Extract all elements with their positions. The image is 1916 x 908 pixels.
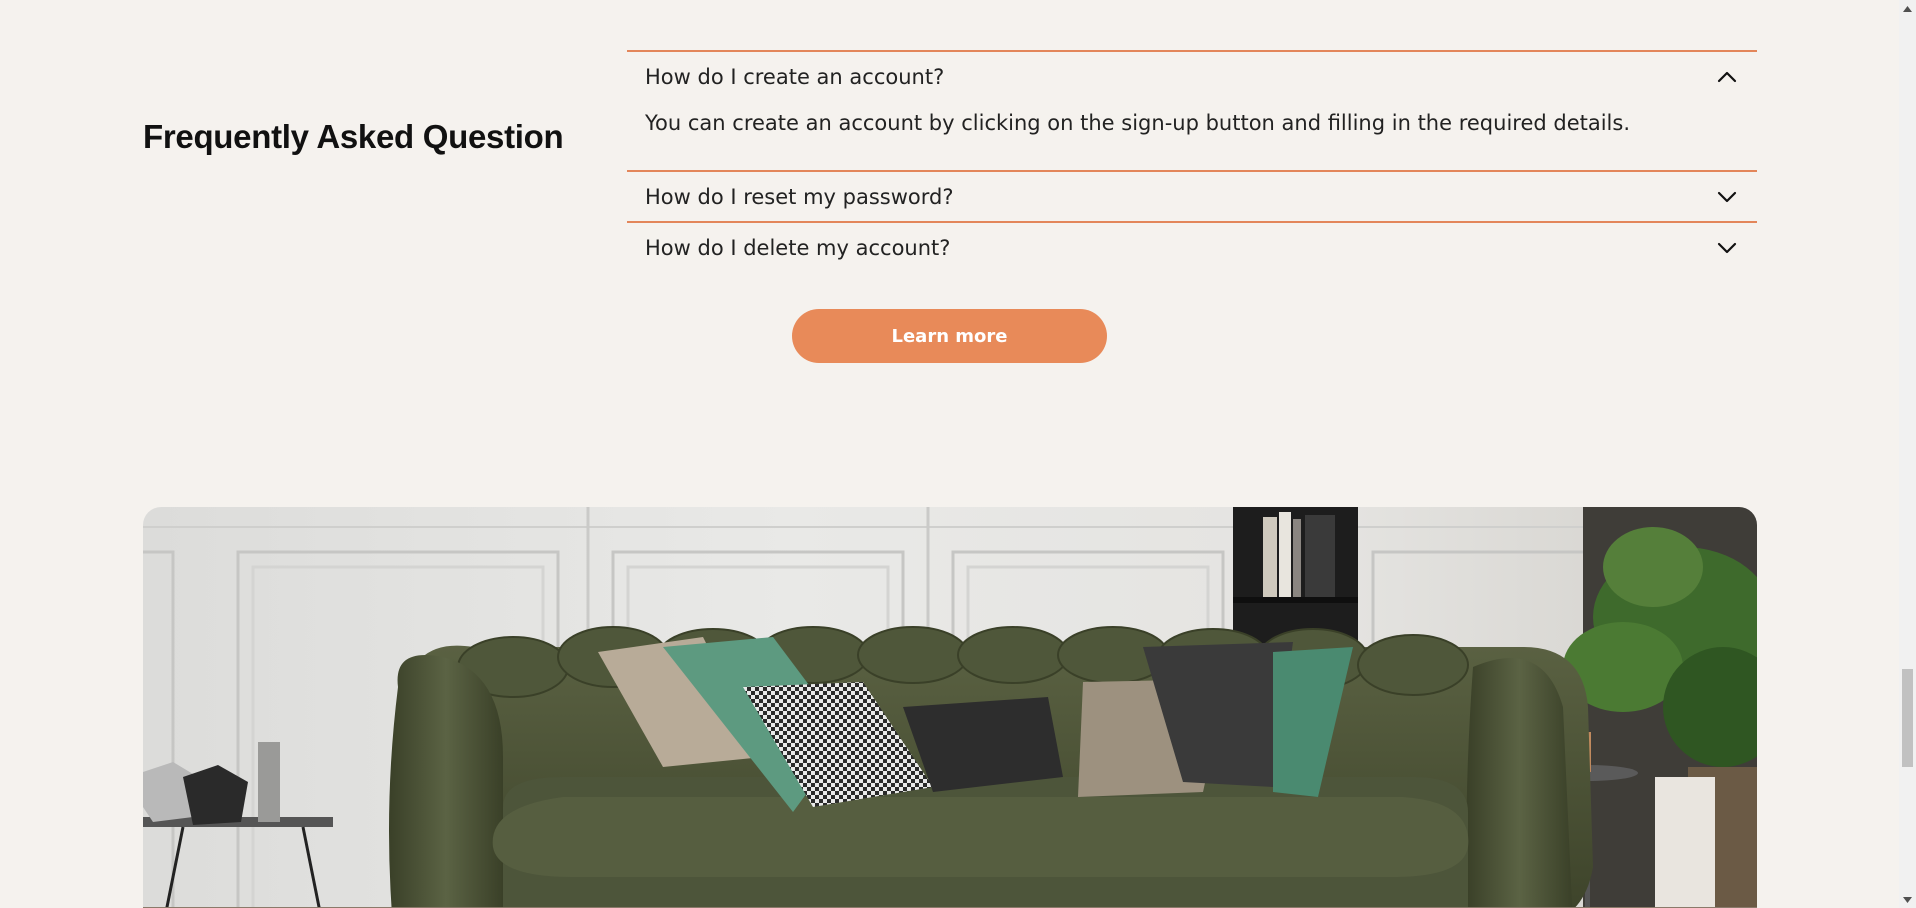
scroll-up-arrow-icon[interactable] xyxy=(1899,0,1916,17)
chevron-up-icon[interactable] xyxy=(1715,65,1739,89)
faq-question-label: How do I delete my account? xyxy=(645,235,951,260)
chevron-down-icon[interactable] xyxy=(1715,236,1739,260)
scrollbar-thumb[interactable] xyxy=(1902,669,1913,767)
learn-more-button[interactable]: Learn more xyxy=(792,309,1107,363)
faq-question-create-account[interactable]: How do I create an account? xyxy=(627,52,1757,101)
page-scrollbar[interactable] xyxy=(1899,0,1916,908)
hero-image xyxy=(143,507,1757,908)
chevron-down-icon[interactable] xyxy=(1715,185,1739,209)
faq-item: How do I create an account? You can crea… xyxy=(627,50,1757,170)
faq-question-reset-password[interactable]: How do I reset my password? xyxy=(627,172,1757,221)
faq-title: Frequently Asked Question xyxy=(143,118,564,155)
faq-question-label: How do I reset my password? xyxy=(645,184,954,209)
faq-item: How do I reset my password? xyxy=(627,170,1757,221)
faq-item: How do I delete my account? xyxy=(627,221,1757,272)
faq-question-label: How do I create an account? xyxy=(645,64,945,89)
faq-accordion: How do I create an account? You can crea… xyxy=(627,50,1757,272)
faq-answer: You can create an account by clicking on… xyxy=(645,111,1631,135)
faq-question-delete-account[interactable]: How do I delete my account? xyxy=(627,223,1757,272)
scroll-down-arrow-icon[interactable] xyxy=(1899,891,1916,908)
